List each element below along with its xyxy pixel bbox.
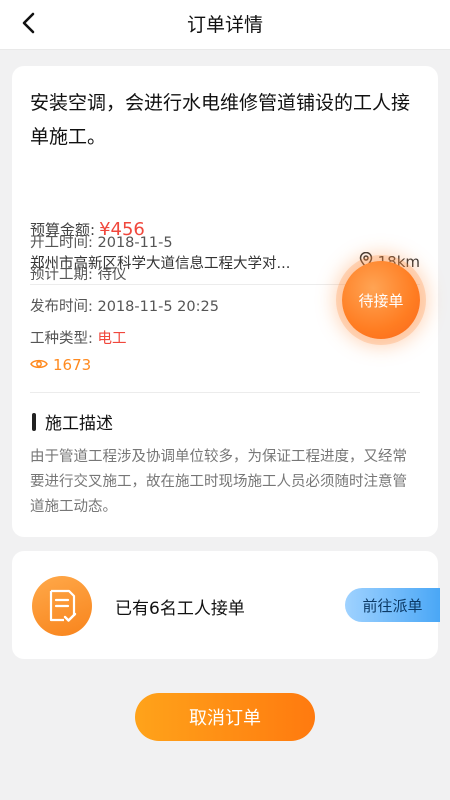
page-title: 订单详情 (186, 14, 263, 36)
description-text: 由于管道工程涉及协调单位较多，为保证工程进度，又经常要进行交叉施工，故在施工时现… (30, 449, 407, 515)
duration-row: 预计工期: 待仪 (30, 263, 127, 284)
section-heading: 施工描述 (32, 409, 113, 434)
section-heading-text: 施工描述 (45, 414, 113, 434)
section-marker (32, 412, 36, 431)
start-time-value: 2018-11-5 (97, 235, 173, 251)
nav-bar: 订单详情 (0, 0, 450, 50)
views-value: 1673 (53, 356, 92, 374)
start-time-row: 开工时间: 2018-11-5 (30, 231, 173, 252)
start-time-label: 开工时间: (30, 235, 93, 251)
workers-count-text: 已有6名工人接单 (115, 599, 245, 619)
duration-value: 待仪 (97, 267, 127, 283)
cancel-order-button[interactable]: 取消订单 (135, 693, 315, 741)
order-title: 安装空调，会进行水电维修管道铺设的工人接单施工。 (30, 92, 411, 148)
publish-time-row: 发布时间: 2018-11-5 20:25 (30, 295, 219, 316)
views-count: 1673 (30, 356, 91, 374)
workers-card: 已有6名工人接单 前往派单 (12, 551, 440, 659)
order-detail-card: 安装空调，会进行水电维修管道铺设的工人接单施工。 预算金额: ¥456 郑州市高… (12, 66, 438, 537)
dispatch-button[interactable]: 前往派单 (345, 588, 440, 622)
publish-time-label: 发布时间: (30, 299, 93, 315)
work-type-label: 工种类型: (30, 331, 93, 347)
status-badge: 待接单 (342, 261, 420, 339)
work-type-value: 电工 (97, 331, 127, 347)
publish-time-value: 2018-11-5 20:25 (97, 299, 219, 315)
document-check-icon (32, 576, 92, 636)
duration-label: 预计工期: (30, 267, 93, 283)
eye-icon (30, 356, 48, 374)
divider (30, 392, 420, 393)
work-type-row: 工种类型: 电工 (30, 327, 127, 348)
